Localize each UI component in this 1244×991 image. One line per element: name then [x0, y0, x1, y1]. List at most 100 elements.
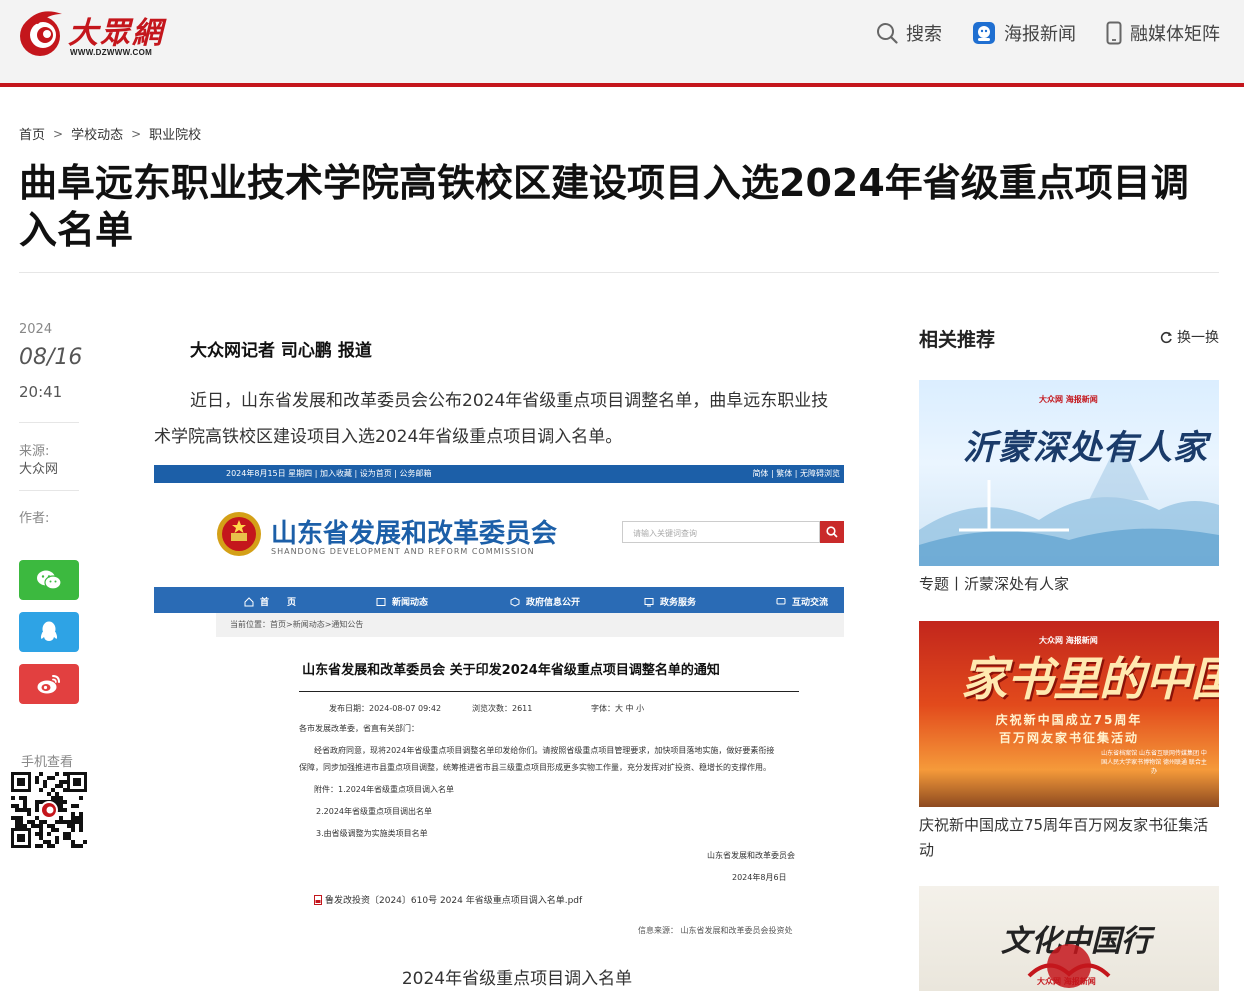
logo-brand-text: 大眾網 [68, 16, 164, 51]
gov-doc-views: 浏览次数：2611 [472, 704, 533, 713]
article-title: 曲阜远东职业技术学院高铁校区建设项目入选2024年省级重点项目调入名单 [19, 161, 1189, 252]
mobile-phone-icon [1106, 21, 1122, 45]
gov-doc-line: 附件：1.2024年省级重点项目调入名单 [314, 785, 454, 794]
refresh-icon [1160, 331, 1172, 343]
title-divider [19, 272, 1219, 273]
gov-nav-item-label: 首 页 [260, 598, 297, 608]
gov-search-button [820, 521, 844, 543]
gov-footnote: 信息来源： 山东省发展和改革委员会投资处 [638, 926, 793, 935]
gov-doc-line: 经省政府同意，现将2024年省级重点项目调整名单印发给你们。请按照省级重点项目管… [314, 746, 775, 755]
logo-url-text: WWW.DZWWW.COM [70, 48, 153, 57]
gov-org-name: 山东省发展和改革委员会 [271, 519, 558, 549]
gov-top-strip-right: 简体 | 繁体 | 无障碍浏览 [752, 469, 840, 478]
related-card-caption[interactable]: 专题丨沂蒙深处有人家 [919, 572, 1219, 597]
chat-icon [776, 597, 786, 604]
pdf-file-icon [314, 894, 322, 905]
source-value: 大众网 [19, 462, 59, 477]
card-image-subtitle: 百万网友家书征集活动 [998, 731, 1139, 745]
news-icon [376, 597, 386, 606]
card-logo-text: 大众网 海报新闻 [1037, 977, 1096, 986]
search-icon [826, 526, 838, 538]
gov-nav-item: 首 页 [244, 595, 296, 608]
gov-doc-line: 山东省发展和改革委员会 [707, 851, 795, 860]
gov-nav-item: 政府信息公开 [510, 595, 580, 608]
meta-divider [19, 422, 79, 423]
breadcrumb: 首页 > 学校动态 > 职业院校 [19, 124, 201, 144]
related-card-image[interactable]: 大众网 海报新闻 沂蒙深处有人家 [919, 380, 1219, 566]
home-icon [244, 596, 254, 606]
gov-doc-date: 发布日期：2024-08-07 09:42 [329, 704, 442, 713]
gov-nav-item-label: 政府信息公开 [526, 598, 581, 608]
card-image-text: 家书里的中国 [961, 652, 1219, 706]
gov-nav-item: 政务服务 [644, 595, 696, 608]
landscape-illustration-icon [919, 440, 1219, 566]
gov-crumb: 当前位置：首页>新闻动态>通知公告 [230, 620, 364, 629]
gov-top-strip-left: 2024年8月15日 星期四 | 加入收藏 | 设为首页 | 公务邮箱 [226, 469, 432, 478]
breadcrumb-school-news[interactable]: 学校动态 [71, 124, 123, 143]
refresh-label: 换一换 [1177, 330, 1219, 346]
qq-icon [40, 621, 58, 641]
gov-pdf-link-label: 鲁发改投资〔2024〕610号 2024 年省级重点项目调入名单.pdf [325, 896, 583, 906]
breadcrumb-separator: > [53, 126, 64, 141]
logo-swirl-icon [20, 11, 62, 56]
info-cube-icon [510, 596, 520, 607]
related-card-image[interactable]: 文化中国行 大众网 海报新闻 [919, 886, 1219, 991]
gov-doc-line: 各市发展改革委，省直有关部门： [299, 724, 419, 733]
card-image-organizers: 山东省档案馆 山东省互联网传媒集团 中国人民大学家书博物馆 德州联通 联合主办 [1101, 750, 1207, 775]
image-caption: 2024年省级重点项目调入名单 [401, 969, 633, 989]
gov-pdf-link: 鲁发改投资〔2024〕610号 2024 年省级重点项目调入名单.pdf [314, 893, 582, 906]
qr-code-icon [9, 770, 89, 850]
publish-date: 08/16 [19, 345, 83, 370]
meta-divider [19, 490, 79, 491]
source-label: 来源: [19, 444, 50, 459]
gov-doc-line: 2.2024年省级重点项目调出名单 [316, 807, 432, 816]
breadcrumb-home[interactable]: 首页 [19, 124, 45, 143]
wechat-icon [37, 570, 62, 590]
search-icon [877, 23, 898, 44]
header-nav: 搜索 海报新闻 融媒体矩阵 [876, 18, 1220, 48]
gov-doc-line: 2024年8月6日 [732, 873, 787, 882]
gov-nav-bar: 首 页 新闻动态 政府信息公开 政务服务 互动交流 [154, 587, 844, 613]
related-card-image[interactable]: 大众网 海报新闻 家书里的中国 庆祝新中国成立75周年 百万网友家书征集活动 山… [919, 621, 1219, 807]
header-red-line [0, 83, 1244, 87]
site-logo[interactable]: 大眾網 WWW.DZWWW.COM [18, 6, 168, 62]
card-image-subtitle: 庆祝新中国成立75周年 [995, 713, 1143, 727]
share-weibo-button[interactable] [19, 664, 79, 704]
refresh-button[interactable]: 换一换 [1160, 327, 1219, 347]
gov-nav-item: 新闻动态 [376, 595, 428, 608]
gov-doc-line: 保障，同步加强推进市县重点项目调整，统筹推进省市县三级重点项目形成更多实物工作量… [299, 763, 771, 772]
national-emblem-icon [217, 512, 261, 556]
nav-haibao[interactable]: 海报新闻 [972, 20, 1076, 46]
publish-year: 2024 [19, 322, 53, 337]
mobile-view-label: 手机查看 [21, 755, 74, 770]
nav-media-matrix[interactable]: 融媒体矩阵 [1106, 20, 1220, 46]
haibao-app-icon [973, 22, 995, 44]
nav-search[interactable]: 搜索 [876, 20, 942, 46]
gov-nav-item-label: 互动交流 [792, 598, 829, 608]
gov-search-input: 请输入关键词查询 [622, 521, 820, 543]
service-icon [644, 597, 654, 606]
gov-doc-font-size: 字体：大 中 小 [591, 704, 645, 713]
gov-top-strip: 2024年8月15日 星期四 | 加入收藏 | 设为首页 | 公务邮箱 简体 |… [154, 465, 844, 483]
article-byline: 大众网记者 司心鹏 报道 [190, 341, 372, 361]
nav-haibao-label: 海报新闻 [1004, 24, 1076, 45]
embedded-screenshot: 2024年8月15日 星期四 | 加入收藏 | 设为首页 | 公务邮箱 简体 |… [154, 465, 844, 945]
share-wechat-button[interactable] [19, 560, 79, 600]
gov-doc-divider [299, 691, 799, 692]
card-image-text: 沂蒙深处有人家 [963, 428, 1208, 468]
nav-media-matrix-label: 融媒体矩阵 [1130, 24, 1220, 45]
related-card-caption[interactable]: 庆祝新中国成立75周年百万网友家书征集活动 [919, 813, 1219, 863]
gov-doc-title: 山东省发展和改革委员会 关于印发2024年省级重点项目调整名单的通知 [302, 663, 720, 678]
gov-doc-line: 3.由省级调整为实施类项目名单 [316, 829, 428, 838]
publish-time: 20:41 [19, 383, 63, 401]
breadcrumb-vocational[interactable]: 职业院校 [149, 124, 201, 143]
gov-nav-item: 互动交流 [776, 595, 828, 608]
author-label: 作者: [19, 511, 50, 526]
article-paragraph: 近日，山东省发展和改革委员会公布2024年省级重点项目调整名单，曲阜远东职业技术… [154, 391, 829, 447]
share-qq-button[interactable] [19, 612, 79, 652]
gov-nav-item-label: 新闻动态 [392, 598, 429, 608]
related-title: 相关推荐 [919, 329, 996, 351]
gov-nav-item-label: 政务服务 [660, 598, 697, 608]
weibo-icon [37, 675, 60, 694]
nav-search-label: 搜索 [906, 24, 942, 45]
